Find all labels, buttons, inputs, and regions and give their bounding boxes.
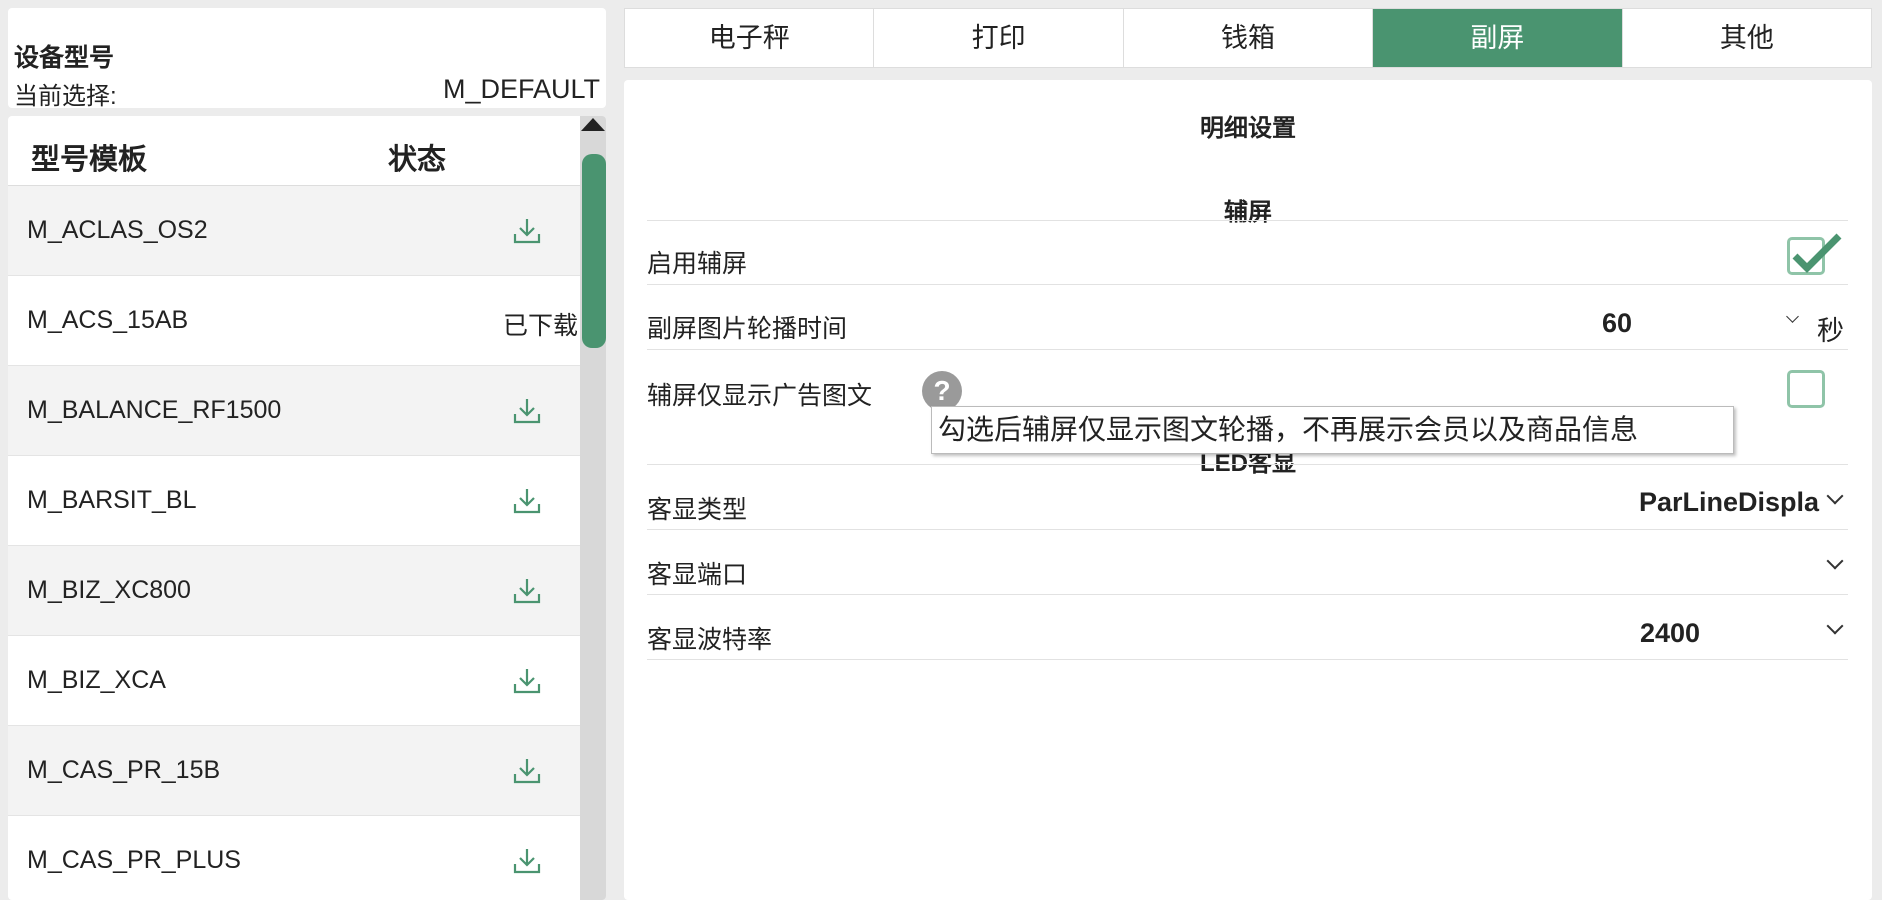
download-icon[interactable] bbox=[512, 756, 542, 786]
col-status-header: 状态 bbox=[388, 144, 447, 176]
detail-settings-title: 明细设置 bbox=[1200, 115, 1296, 142]
model-name: M_CAS_PR_15B bbox=[27, 756, 221, 784]
list-item[interactable]: M_CAS_PR_PLUS bbox=[8, 816, 580, 900]
model-template-list: 型号模板 状态 M_ACLAS_OS2 M_ACS_15AB 已下载 M_BALANC… bbox=[8, 116, 606, 900]
current-selection-value: M_DEFAULT bbox=[442, 74, 600, 104]
list-item[interactable]: M_BARSIT_BL bbox=[8, 456, 580, 546]
interval-label: 副屏图片轮播时间 bbox=[647, 315, 848, 343]
download-icon[interactable] bbox=[512, 486, 542, 516]
tab-secondary-screen[interactable]: 副屏 bbox=[1373, 9, 1623, 67]
tab-print[interactable]: 打印 bbox=[874, 9, 1124, 67]
tab-scale[interactable]: 电子秤 bbox=[625, 9, 875, 67]
tab-cash-drawer[interactable]: 钱箱 bbox=[1124, 9, 1374, 67]
device-model-title: 设备型号 bbox=[14, 44, 115, 72]
list-item[interactable]: M_BIZ_XCA bbox=[8, 636, 580, 726]
ad-only-label: 辅屏仅显示广告图文 bbox=[647, 382, 873, 410]
list-item[interactable]: M_CAS_PR_15B bbox=[8, 726, 580, 816]
scroll-up-arrow-icon[interactable] bbox=[581, 118, 605, 131]
chevron-down-icon[interactable] bbox=[1826, 617, 1844, 635]
list-item[interactable]: M_BIZ_XC800 bbox=[8, 546, 580, 636]
interval-unit: 秒 bbox=[1817, 316, 1844, 346]
tab-other[interactable]: 其他 bbox=[1623, 9, 1871, 67]
enable-checkbox[interactable] bbox=[1787, 233, 1842, 275]
list-item[interactable]: M_ACLAS_OS2 bbox=[8, 186, 580, 276]
chevron-down-icon[interactable] bbox=[1786, 310, 1799, 323]
checkmark-icon bbox=[1792, 233, 1842, 273]
download-icon[interactable] bbox=[512, 666, 542, 696]
settings-tabs: 电子秤 打印 钱箱 副屏 其他 bbox=[624, 8, 1872, 68]
model-name: M_BARSIT_BL bbox=[27, 486, 197, 514]
baud-rate-label: 客显波特率 bbox=[647, 626, 773, 654]
current-selection-label: 当前选择: bbox=[14, 83, 117, 110]
model-name: M_ACS_15AB bbox=[27, 306, 189, 334]
model-name: M_ACLAS_OS2 bbox=[27, 216, 208, 244]
interval-select[interactable]: 60 bbox=[1602, 308, 1632, 339]
model-name: M_BIZ_XC800 bbox=[27, 576, 191, 604]
section-secondary-screen: 辅屏 bbox=[1224, 199, 1272, 226]
model-name: M_CAS_PR_PLUS bbox=[27, 846, 241, 874]
detail-settings-panel: 明细设置 辅屏 启用辅屏 副屏图片轮播时间 60 秒 辅屏仅显示广告图文 ? L… bbox=[624, 80, 1872, 900]
model-name: M_BALANCE_RF1500 bbox=[27, 396, 282, 424]
list-item[interactable]: M_ACS_15AB 已下载 bbox=[8, 276, 580, 366]
list-scrollbar[interactable] bbox=[580, 116, 606, 900]
model-name: M_BIZ_XCA bbox=[27, 666, 166, 694]
list-header: 型号模板 状态 bbox=[8, 116, 580, 186]
chevron-down-icon[interactable] bbox=[1826, 552, 1844, 570]
display-type-select[interactable]: ParLineDispla bbox=[1639, 487, 1849, 518]
download-icon[interactable] bbox=[512, 846, 542, 876]
help-icon[interactable]: ? bbox=[922, 371, 962, 411]
display-port-label: 客显端口 bbox=[647, 561, 748, 589]
download-icon[interactable] bbox=[512, 396, 542, 426]
download-icon[interactable] bbox=[512, 216, 542, 246]
col-model-header: 型号模板 bbox=[31, 144, 148, 176]
display-type-label: 客显类型 bbox=[647, 496, 748, 524]
list-item[interactable]: M_BALANCE_RF1500 bbox=[8, 366, 580, 456]
ad-only-checkbox[interactable] bbox=[1787, 370, 1825, 408]
status-text: 已下载 bbox=[502, 312, 578, 340]
enable-label: 启用辅屏 bbox=[647, 250, 748, 278]
download-icon[interactable] bbox=[512, 576, 542, 606]
scrollbar-thumb[interactable] bbox=[582, 154, 606, 348]
device-model-card: 设备型号 当前选择: M_DEFAULT bbox=[8, 8, 606, 110]
baud-rate-select[interactable]: 2400 bbox=[1640, 618, 1700, 649]
help-tooltip: 勾选后辅屏仅显示图文轮播，不再展示会员以及商品信息 bbox=[931, 406, 1734, 454]
